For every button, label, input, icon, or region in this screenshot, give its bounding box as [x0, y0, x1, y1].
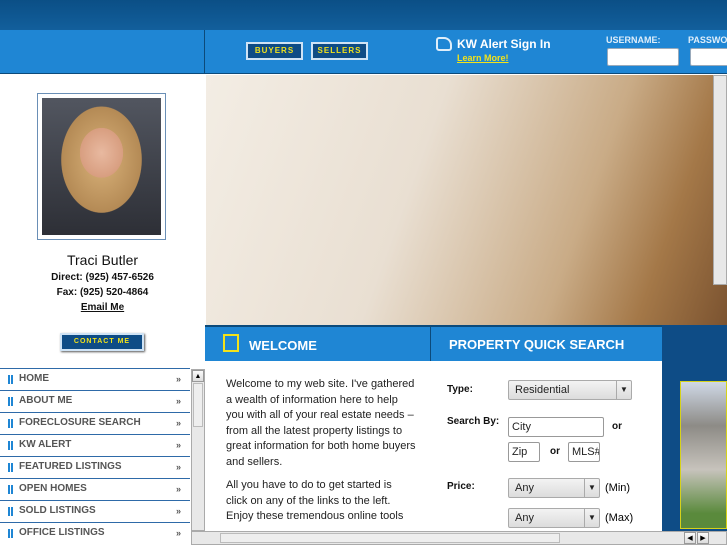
buyers-button[interactable]: BUYERS	[246, 42, 303, 60]
bars-icon	[8, 529, 13, 538]
sidebar-item[interactable]: FEATURED LISTINGS »	[0, 456, 190, 478]
chevron-right-icon: »	[175, 418, 181, 428]
sidebar-item-label: ABOUT ME	[19, 395, 73, 406]
email-me-link[interactable]: Email Me	[0, 302, 205, 313]
welcome-title: WELCOME	[249, 338, 317, 353]
top-banner	[0, 0, 727, 30]
max-label: (Max)	[605, 512, 634, 524]
search-header: PROPERTY QUICK SEARCH	[430, 325, 662, 361]
sellers-button[interactable]: SELLERS	[311, 42, 368, 60]
book-icon	[223, 334, 239, 352]
sidebar-item-label: OFFICE LISTINGS	[19, 527, 105, 538]
min-price-select[interactable]: Any ▼	[508, 478, 600, 498]
chevron-down-icon: ▼	[616, 381, 631, 399]
agent-name: Traci Butler	[66, 252, 139, 268]
sidebar-item[interactable]: OFFICE LISTINGS »	[0, 522, 190, 544]
bars-icon	[8, 397, 13, 406]
chevron-right-icon: »	[175, 484, 181, 494]
password-input[interactable]	[690, 48, 727, 66]
sidebar-item-label: SOLD LISTINGS	[19, 505, 96, 516]
type-label: Type:	[447, 384, 473, 395]
welcome-paragraph: All you have to do to get started is cli…	[226, 479, 404, 522]
price-label: Price:	[447, 481, 475, 492]
kw-alert-title: KW Alert Sign In	[457, 37, 551, 51]
username-input[interactable]	[607, 48, 679, 66]
sidebar-item-label: HOME	[19, 373, 49, 384]
chevron-right-icon: »	[175, 396, 181, 406]
chevron-right-icon: »	[175, 440, 181, 450]
max-price-select[interactable]: Any ▼	[508, 508, 600, 528]
or-label: or	[612, 421, 622, 432]
sidebar-scrollbar[interactable]: ▲	[191, 369, 205, 531]
chevron-down-icon: ▼	[584, 509, 599, 527]
search-title: PROPERTY QUICK SEARCH	[449, 337, 625, 352]
scroll-right-icon[interactable]: ▶	[697, 532, 709, 544]
chevron-right-icon: »	[175, 506, 181, 516]
sidebar-item-label: KW ALERT	[19, 439, 72, 450]
agent-fax: Fax: (925) 520-4864	[56, 287, 149, 298]
min-label: (Min)	[605, 482, 631, 494]
chevron-right-icon: »	[175, 374, 181, 384]
sidebar-item[interactable]: HOME »	[0, 368, 190, 390]
scroll-left-icon[interactable]: ◀	[684, 532, 696, 544]
bars-icon	[8, 441, 13, 450]
bars-icon	[8, 419, 13, 428]
hero-image	[206, 75, 727, 325]
agent-photo	[42, 98, 161, 235]
scroll-up-icon[interactable]: ▲	[192, 370, 204, 382]
sidebar-item[interactable]: ABOUT ME »	[0, 390, 190, 412]
welcome-text: Welcome to my web site. I've gathered a …	[226, 377, 416, 533]
vertical-scrollbar[interactable]	[713, 75, 727, 285]
sidebar-item-label: FEATURED LISTINGS	[19, 461, 122, 472]
chevron-down-icon: ▼	[584, 479, 599, 497]
bars-icon	[8, 485, 13, 494]
or-label: or	[550, 446, 560, 457]
city-input[interactable]: City	[508, 417, 604, 437]
sidebar-item[interactable]: OPEN HOMES »	[0, 478, 190, 500]
contact-me-button[interactable]: CONTACT ME	[60, 333, 144, 351]
house-icon	[436, 37, 452, 51]
bars-icon	[8, 507, 13, 516]
type-select[interactable]: Residential ▼	[508, 380, 632, 400]
scroll-thumb[interactable]	[193, 383, 203, 427]
sidebar-item[interactable]: KW ALERT »	[0, 434, 190, 456]
zip-input[interactable]: Zip	[508, 442, 540, 462]
chevron-right-icon: »	[175, 462, 181, 472]
featured-listing-image[interactable]	[680, 381, 727, 529]
agent-photo-frame	[37, 93, 166, 240]
horizontal-scrollbar[interactable]: ◀ ▶	[191, 531, 727, 545]
sidebar-item-label: FORECLOSURE SEARCH	[19, 417, 141, 428]
sidebar-item[interactable]: SOLD LISTINGS »	[0, 500, 190, 522]
sidebar-item[interactable]: FORECLOSURE SEARCH »	[0, 412, 190, 434]
username-label: USERNAME:	[606, 35, 661, 45]
welcome-paragraph: Welcome to my web site. I've gathered a …	[226, 378, 416, 468]
bars-icon	[8, 375, 13, 384]
sidebar-item-label: OPEN HOMES	[19, 483, 87, 494]
learn-more-link[interactable]: Learn More!	[457, 53, 509, 63]
search-by-label: Search By:	[447, 416, 500, 427]
bars-icon	[8, 463, 13, 472]
chevron-right-icon: »	[175, 528, 181, 538]
scroll-thumb[interactable]	[220, 533, 560, 543]
password-label: PASSWORD:	[688, 35, 727, 45]
mls-input[interactable]: MLS#	[568, 442, 600, 462]
agent-direct-phone: Direct: (925) 457-6526	[51, 272, 154, 283]
